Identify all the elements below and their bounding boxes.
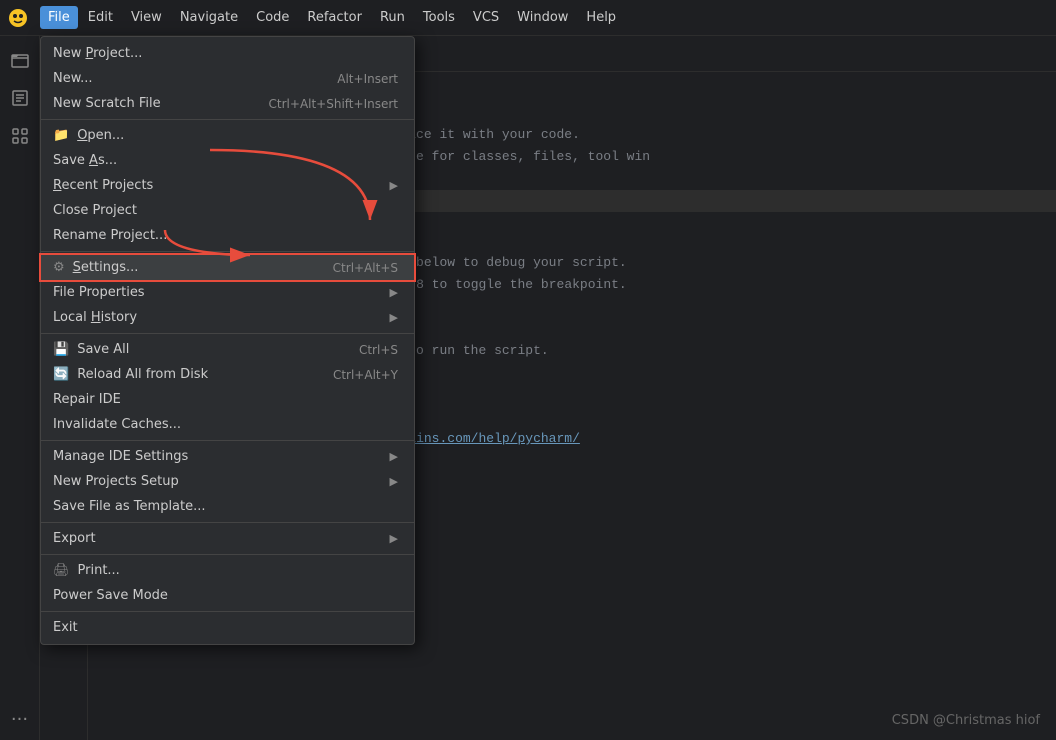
sidebar-more-icon[interactable]: ···: [11, 709, 28, 730]
reload-icon: 🔄: [53, 367, 69, 382]
menu-repair-ide[interactable]: Repair IDE: [41, 387, 414, 412]
separator-7: [41, 611, 414, 612]
menu-navigate[interactable]: Navigate: [172, 6, 246, 29]
sidebar-project-icon[interactable]: [4, 82, 36, 114]
menu-new-projects-setup[interactable]: New Projects Setup ▶: [41, 469, 414, 494]
manage-settings-arrow: ▶: [390, 450, 398, 463]
menu-save-as[interactable]: Save As...: [41, 148, 414, 173]
sidebar-icons: ···: [0, 36, 40, 740]
menu-recent-projects[interactable]: Recent Projects ▶: [41, 173, 414, 198]
menu-run[interactable]: Run: [372, 6, 413, 29]
menu-open[interactable]: 📁 Open...: [41, 123, 414, 148]
print-icon: 🖨: [53, 563, 70, 578]
menu-reload-all[interactable]: 🔄 Reload All from Disk Ctrl+Alt+Y: [41, 362, 414, 387]
menu-invalidate-caches[interactable]: Invalidate Caches...: [41, 412, 414, 437]
sidebar-structure-icon[interactable]: [4, 120, 36, 152]
menu-file-properties[interactable]: File Properties ▶: [41, 280, 414, 305]
file-properties-arrow: ▶: [390, 286, 398, 299]
file-menu-dropdown: New Project... New... Alt+Insert New Scr…: [40, 36, 415, 645]
menu-save-file-template[interactable]: Save File as Template...: [41, 494, 414, 519]
export-arrow: ▶: [390, 532, 398, 545]
recent-projects-arrow: ▶: [390, 179, 398, 192]
menu-refactor[interactable]: Refactor: [299, 6, 370, 29]
separator-6: [41, 554, 414, 555]
open-folder-icon: 📁: [53, 128, 69, 143]
menu-bar: File Edit View Navigate Code Refactor Ru…: [40, 6, 624, 29]
menu-file[interactable]: File: [40, 6, 78, 29]
menu-tools[interactable]: Tools: [415, 6, 463, 29]
app-logo: [4, 4, 32, 32]
menu-view[interactable]: View: [123, 6, 170, 29]
menu-window[interactable]: Window: [509, 6, 576, 29]
save-all-icon: 💾: [53, 342, 69, 357]
watermark: CSDN @Christmas hiof: [892, 713, 1040, 728]
menu-new[interactable]: New... Alt+Insert: [41, 66, 414, 91]
sidebar-folder-icon[interactable]: [4, 44, 36, 76]
menu-vcs[interactable]: VCS: [465, 6, 507, 29]
menu-new-scratch[interactable]: New Scratch File Ctrl+Alt+Shift+Insert: [41, 91, 414, 116]
separator-1: [41, 119, 414, 120]
menu-settings[interactable]: ⚙ Settings... Ctrl+Alt+S: [41, 255, 414, 280]
menu-manage-ide-settings[interactable]: Manage IDE Settings ▶: [41, 444, 414, 469]
local-history-arrow: ▶: [390, 311, 398, 324]
menu-print[interactable]: 🖨 Print...: [41, 558, 414, 583]
separator-5: [41, 522, 414, 523]
menu-rename-project[interactable]: Rename Project...: [41, 223, 414, 248]
new-projects-arrow: ▶: [390, 475, 398, 488]
menu-help[interactable]: Help: [578, 6, 624, 29]
menu-save-all[interactable]: 💾 Save All Ctrl+S: [41, 337, 414, 362]
menu-edit[interactable]: Edit: [80, 6, 121, 29]
menu-power-save[interactable]: Power Save Mode: [41, 583, 414, 608]
menu-export[interactable]: Export ▶: [41, 526, 414, 551]
separator-4: [41, 440, 414, 441]
menu-local-history[interactable]: Local History ▶: [41, 305, 414, 330]
menu-code[interactable]: Code: [248, 6, 297, 29]
file-menu-panel: New Project... New... Alt+Insert New Scr…: [40, 36, 415, 645]
menu-exit[interactable]: Exit: [41, 615, 414, 640]
settings-gear-icon: ⚙: [53, 260, 65, 275]
separator-2: [41, 251, 414, 252]
separator-3: [41, 333, 414, 334]
menu-close-project[interactable]: Close Project: [41, 198, 414, 223]
menu-new-project[interactable]: New Project...: [41, 41, 414, 66]
title-bar: File Edit View Navigate Code Refactor Ru…: [0, 0, 1056, 36]
